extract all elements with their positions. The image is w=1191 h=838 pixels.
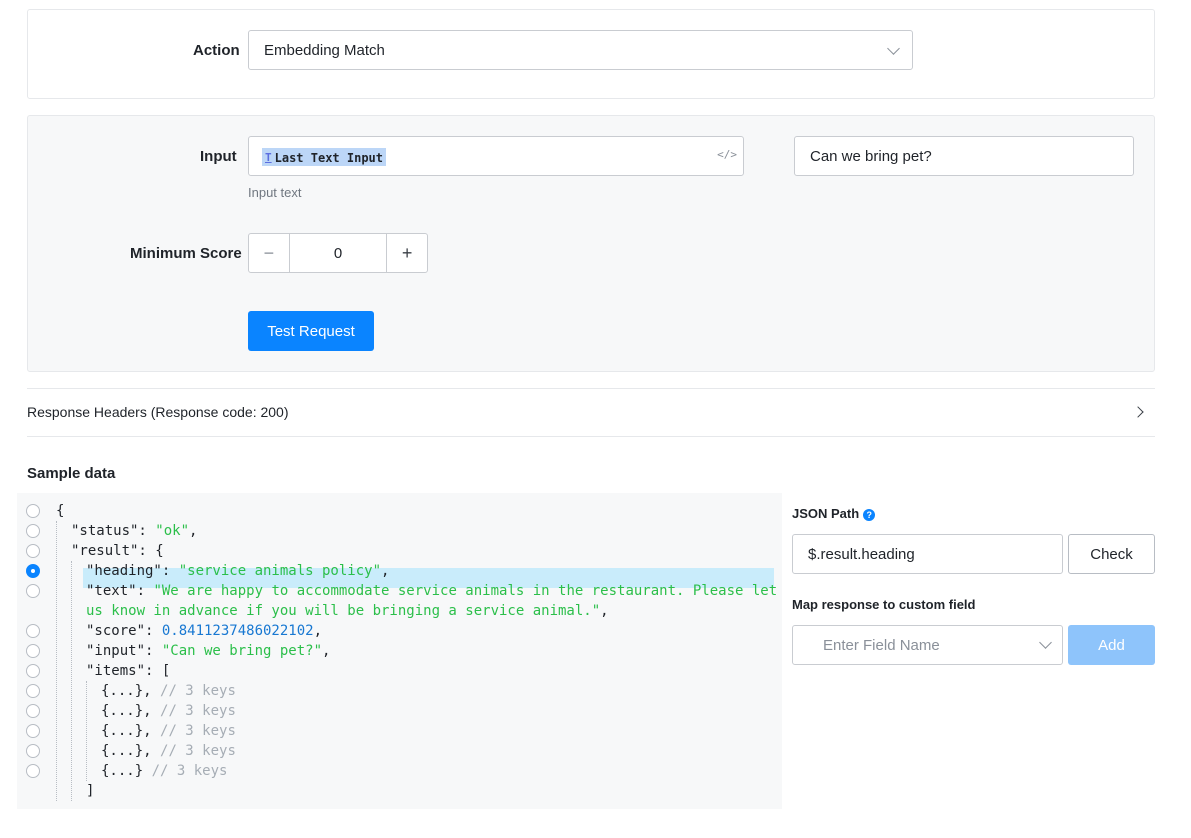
- json-token: "items": [: [86, 663, 171, 679]
- help-icon[interactable]: ?: [863, 509, 876, 521]
- chevron-down-icon: [1039, 636, 1052, 649]
- json-token: 0.8411237486022102: [161, 623, 314, 639]
- json-token: ,: [600, 603, 609, 619]
- json-line-text: us know in advance if you will be bringi…: [86, 601, 609, 621]
- text-variable-icon: T: [265, 151, 272, 164]
- json-token: {...},: [101, 683, 161, 699]
- json-line: {...}, // 3 keys: [0, 701, 765, 721]
- map-field-label: Map response to custom field: [792, 597, 976, 612]
- variable-chip-label: Last Text Input: [274, 150, 383, 165]
- json-line: "text": "We are happy to accommodate ser…: [0, 581, 777, 601]
- json-token: {: [56, 503, 65, 519]
- json-line-text: {: [56, 501, 64, 521]
- json-token: "status":: [71, 523, 156, 539]
- action-label: Action: [193, 42, 240, 59]
- json-line: "score": 0.8411237486022102,: [0, 621, 765, 641]
- json-line: {...} // 3 keys: [0, 761, 765, 781]
- sample-data-title: Sample data: [27, 465, 116, 482]
- json-line: "result": {: [0, 541, 765, 561]
- action-select[interactable]: Embedding Match: [248, 30, 913, 70]
- field-name-select[interactable]: Enter Field Name: [792, 625, 1063, 665]
- input-field[interactable]: T Last Text Input </>: [248, 136, 744, 176]
- json-line-text: {...}, // 3 keys: [101, 721, 236, 741]
- json-token: // 3 keys: [160, 743, 236, 759]
- json-line-text: "text": "We are happy to accommodate ser…: [86, 581, 777, 601]
- json-line-text: "status": "ok",: [71, 521, 197, 541]
- json-line: {: [0, 501, 765, 521]
- chevron-down-icon: [887, 42, 900, 55]
- json-line-text: "input": "Can we bring pet?",: [86, 641, 330, 661]
- json-line: "status": "ok",: [0, 521, 765, 541]
- json-line: ]: [0, 781, 765, 801]
- json-line-text: {...}, // 3 keys: [101, 701, 236, 721]
- increment-button[interactable]: +: [387, 234, 427, 272]
- json-line-text: {...} // 3 keys: [101, 761, 227, 781]
- json-token: // 3 keys: [160, 723, 236, 739]
- json-token: "We are happy to accommodate service ani…: [153, 583, 778, 599]
- json-token: ,: [313, 623, 323, 639]
- json-line-text: {...}, // 3 keys: [101, 741, 236, 761]
- minimum-score-value[interactable]: 0: [288, 234, 388, 272]
- input-test-value[interactable]: Can we bring pet?: [794, 136, 1134, 176]
- json-line-text: "heading": "service animals policy",: [86, 561, 389, 581]
- json-token: "ok": [155, 523, 190, 539]
- variable-chip[interactable]: T Last Text Input: [262, 148, 386, 166]
- json-line: us know in advance if you will be bringi…: [0, 601, 765, 621]
- json-line: "input": "Can we bring pet?",: [0, 641, 765, 661]
- minimum-score-label: Minimum Score: [130, 245, 242, 262]
- json-path-input[interactable]: $.result.heading: [792, 534, 1063, 574]
- json-token: {...},: [101, 703, 161, 719]
- decrement-button[interactable]: −: [249, 234, 289, 272]
- add-button[interactable]: Add: [1068, 625, 1155, 665]
- chevron-right-icon[interactable]: [1132, 406, 1144, 418]
- json-line: {...}, // 3 keys: [0, 721, 765, 741]
- input-label: Input: [200, 148, 237, 165]
- json-token: // 3 keys: [151, 763, 228, 779]
- json-token: us know in advance if you will be bringi…: [86, 603, 601, 619]
- json-token: // 3 keys: [160, 683, 236, 699]
- json-line-text: "items": [: [86, 661, 170, 681]
- json-token: "result": {: [71, 543, 164, 559]
- json-line-text: ]: [86, 781, 94, 801]
- code-icon[interactable]: </>: [717, 148, 737, 161]
- json-token: ,: [322, 643, 331, 659]
- divider: [27, 388, 1155, 389]
- action-select-value: Embedding Match: [264, 42, 385, 59]
- json-token: ,: [381, 563, 390, 579]
- json-path-label: JSON Path?: [792, 506, 876, 521]
- indent-guide: [86, 681, 87, 781]
- response-headers-toggle[interactable]: Response Headers (Response code: 200): [27, 404, 289, 420]
- indent-guide: [71, 561, 72, 801]
- json-token: "Can we bring pet?": [161, 643, 323, 659]
- json-line-text: "result": {: [71, 541, 164, 561]
- indent-guide: [56, 521, 57, 801]
- json-line: {...}, // 3 keys: [0, 681, 765, 701]
- json-token: "text":: [86, 583, 154, 599]
- json-token: {...}: [101, 763, 152, 779]
- json-token: // 3 keys: [160, 703, 236, 719]
- json-line: "items": [: [0, 661, 765, 681]
- minimum-score-stepper: − 0 +: [248, 233, 428, 273]
- json-line-text: "score": 0.8411237486022102,: [86, 621, 322, 641]
- json-token: ]: [86, 783, 95, 799]
- json-line: "heading": "service animals policy",: [0, 561, 765, 581]
- json-token: {...},: [101, 723, 161, 739]
- json-token: ,: [189, 523, 198, 539]
- json-token: "input":: [86, 643, 162, 659]
- test-request-button[interactable]: Test Request: [248, 311, 374, 351]
- json-token: "heading":: [86, 563, 179, 579]
- json-line-text: {...}, // 3 keys: [101, 681, 236, 701]
- json-token: "score":: [86, 623, 162, 639]
- json-token: {...},: [101, 743, 161, 759]
- check-button[interactable]: Check: [1068, 534, 1155, 574]
- json-line: {...}, // 3 keys: [0, 741, 765, 761]
- json-token: "service animals policy": [178, 563, 382, 579]
- divider: [27, 436, 1155, 437]
- json-path-label-text: JSON Path: [792, 506, 860, 521]
- input-help-text: Input text: [248, 185, 302, 200]
- field-name-placeholder: Enter Field Name: [823, 637, 940, 654]
